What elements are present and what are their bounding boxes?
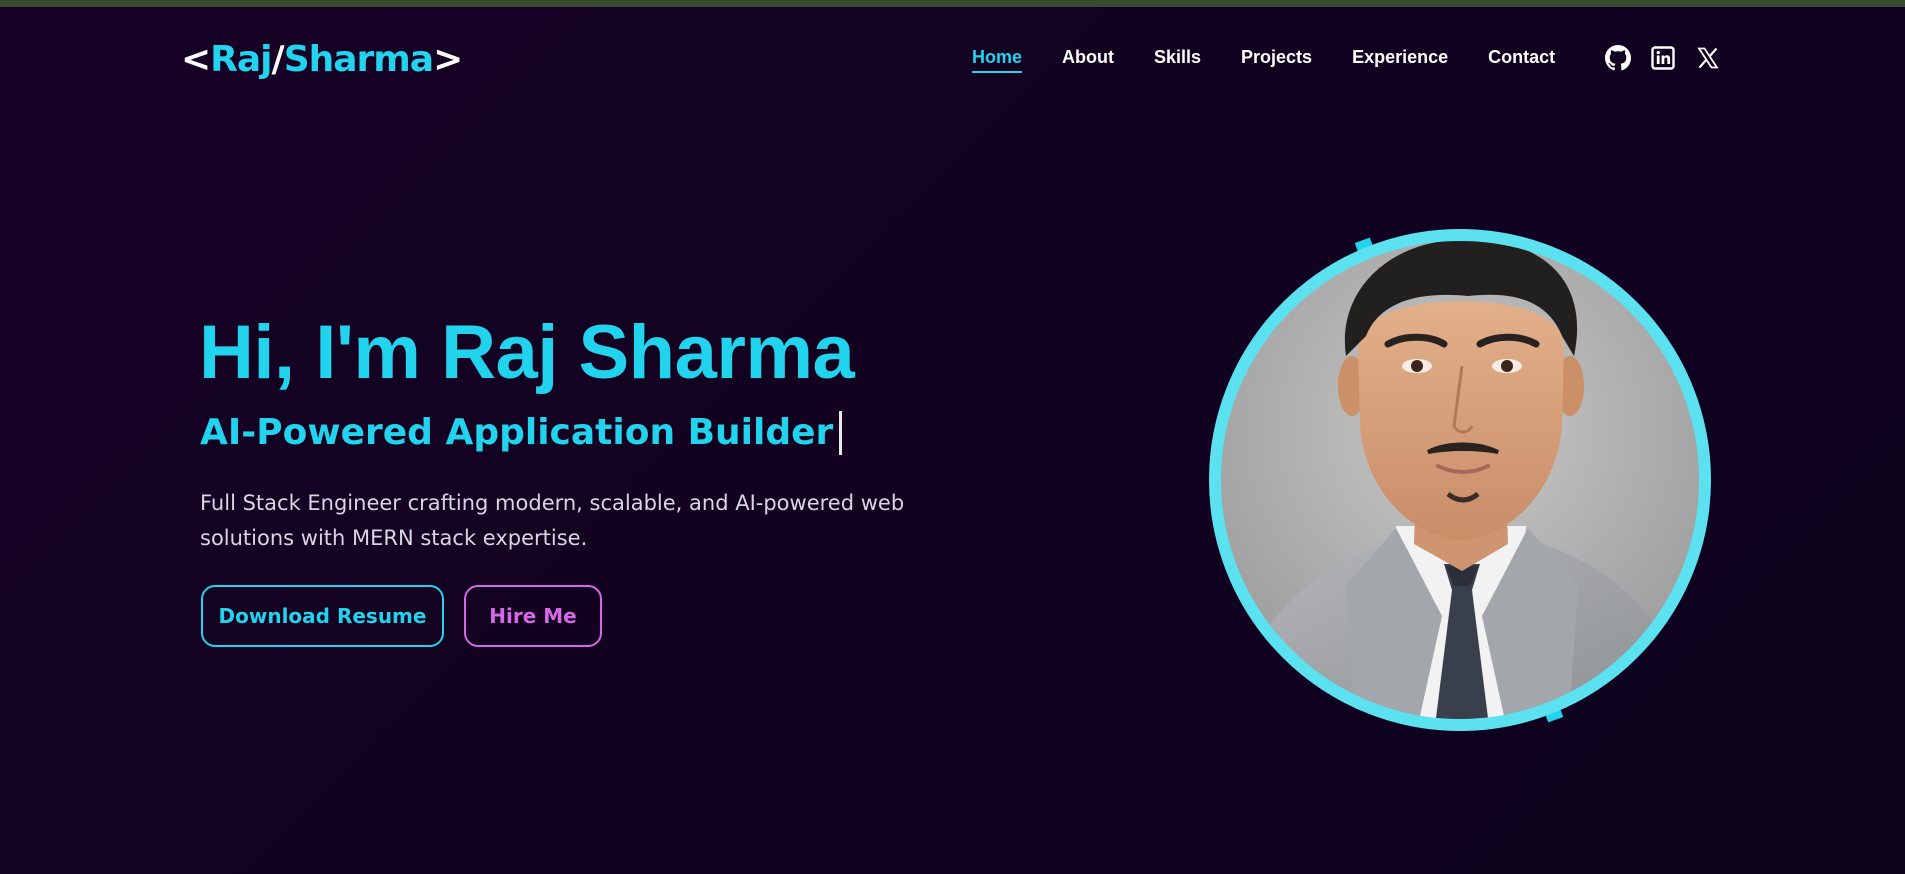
github-icon	[1605, 45, 1631, 71]
main-nav: Home About Skills Projects Experience Co…	[972, 44, 1595, 76]
nav-link-contact[interactable]: Contact	[1488, 47, 1555, 73]
hero-role-line: AI-Powered Application Builder	[200, 408, 843, 458]
linkedin-link[interactable]	[1649, 44, 1677, 72]
nav-link-experience[interactable]: Experience	[1352, 47, 1448, 73]
logo-slash: /	[271, 39, 285, 80]
nav-link-about[interactable]: About	[1062, 47, 1114, 73]
typing-caret	[839, 411, 843, 455]
profile-photo-frame	[1206, 226, 1714, 734]
hero-title: Hi, I'm Raj Sharma	[199, 310, 855, 395]
page: <Raj/Sharma> Home About Skills Projects …	[0, 0, 1905, 874]
site-logo[interactable]: <Raj/Sharma>	[181, 36, 463, 84]
github-link[interactable]	[1604, 44, 1632, 72]
linkedin-icon	[1651, 46, 1675, 70]
x-link[interactable]	[1694, 44, 1722, 72]
hero-description: Full Stack Engineer crafting modern, sca…	[200, 491, 905, 550]
hero-role-text: AI-Powered Application Builder	[200, 412, 834, 453]
hire-me-button[interactable]: Hire Me	[464, 585, 602, 647]
download-resume-button[interactable]: Download Resume	[201, 585, 444, 647]
x-icon	[1697, 47, 1719, 69]
nav-link-projects[interactable]: Projects	[1241, 47, 1312, 73]
window-top-strip	[0, 0, 1905, 7]
logo-last-name: Sharma	[283, 39, 434, 80]
logo-open-bracket: <	[181, 39, 211, 80]
nav-link-skills[interactable]: Skills	[1154, 47, 1201, 73]
logo-first-name: Raj	[210, 39, 272, 80]
social-links	[1604, 44, 1739, 72]
logo-close-bracket: >	[433, 39, 463, 80]
nav-link-home[interactable]: Home	[972, 47, 1023, 73]
profile-photo	[1209, 229, 1711, 731]
